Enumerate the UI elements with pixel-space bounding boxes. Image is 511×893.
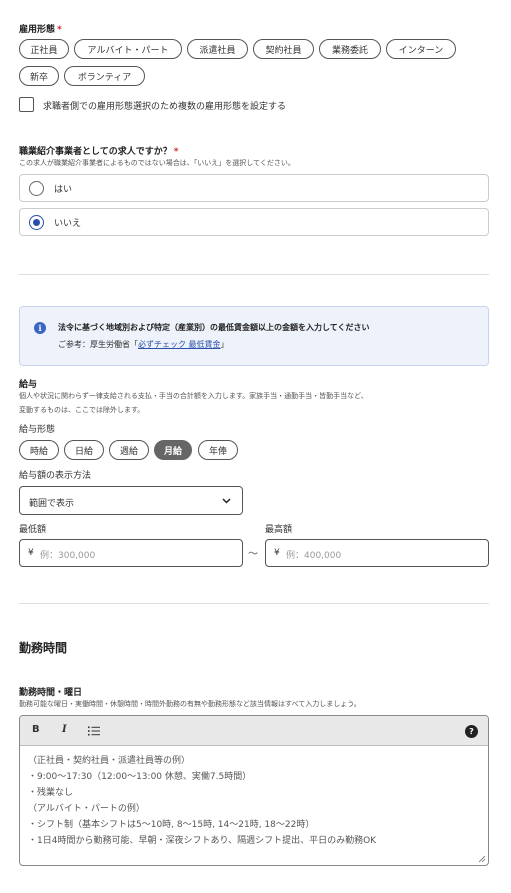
agency-option-no[interactable]: いいえ: [19, 208, 489, 236]
hours-help: 勤務可能な曜日・実働時間・休憩時間・時間外勤務の有無や勤務形態など該当情報はすべ…: [19, 700, 361, 708]
editor-placeholder-line: ・シフト制（基本シフトは5〜10時, 8〜15時, 14〜21時, 18〜22時…: [28, 820, 315, 830]
employment-chip-dispatch[interactable]: 派遣社員: [187, 39, 248, 59]
resize-grip-icon[interactable]: [478, 855, 486, 863]
employment-chip-parttime[interactable]: アルバイト・パート: [74, 39, 182, 59]
agency-label: 職業紹介事業者としての求人ですか？ *: [19, 147, 179, 157]
salary-display-label: 給与額の表示方法: [19, 471, 92, 481]
salary-desc-line2: 変動するものは、ここでは除外します。: [19, 406, 145, 414]
minimum-wage-link[interactable]: 必ずチェック 最低賃金: [138, 340, 221, 349]
agency-help: この求人が職業紹介事業者によるものではない場合は、「いいえ」を選択してください。: [19, 159, 295, 167]
bold-button[interactable]: B: [32, 724, 40, 735]
radio-yes-label: はい: [54, 185, 73, 195]
employment-chip-intern[interactable]: インターン: [386, 39, 456, 59]
multi-employment-label: 求職者側での雇用形態選択のため複数の雇用形態を設定する: [43, 102, 287, 112]
employment-chip-contract[interactable]: 契約社員: [253, 39, 314, 59]
section-divider: [19, 274, 489, 275]
salary-type-monthly[interactable]: 月給: [154, 440, 192, 460]
section-divider: [19, 603, 489, 604]
salary-type-hourly[interactable]: 時給: [19, 440, 59, 460]
range-separator: 〜: [248, 549, 258, 560]
employment-chip-outsourcing[interactable]: 業務委託: [319, 39, 381, 59]
max-salary-input[interactable]: ¥ 例：400,000: [265, 539, 489, 567]
chevron-down-icon: [222, 498, 231, 504]
employment-chip-newgrad[interactable]: 新卒: [19, 66, 59, 86]
radio-yes[interactable]: [29, 181, 44, 196]
editor-toolbar: B I ?: [20, 716, 488, 746]
editor-placeholder-line: ・9:00〜17:30（12:00〜13:00 休憩、実働7.5時間）: [28, 772, 252, 782]
agency-option-yes[interactable]: はい: [19, 174, 489, 202]
salary-desc-line1: 個人や状況に関わらず一律支給される支払・手当の合計額を入力します。家族手当・通勤…: [19, 392, 368, 400]
max-salary-label: 最高額: [265, 525, 293, 535]
hours-field-label: 勤務時間・曜日: [19, 688, 83, 698]
editor-placeholder-line: ・1日4時間から勤務可能、早朝・深夜シフトあり、隔週シフト提出、平日のみ勤務OK: [28, 836, 377, 846]
salary-display-value: 範囲で表示: [29, 499, 75, 509]
notice-title: 法令に基づく地域別および特定（産業別）の最低賃金額以上の金額を入力してください: [58, 323, 370, 332]
notice-reference: ご参考：厚生労働省「必ずチェック 最低賃金」: [58, 340, 229, 349]
salary-type-label: 給与形態: [19, 425, 56, 435]
info-icon: i: [34, 322, 46, 334]
editor-placeholder-line: （正社員・契約社員・派遣社員等の例）: [28, 756, 191, 766]
salary-type-weekly[interactable]: 週給: [109, 440, 149, 460]
min-salary-label: 最低額: [19, 525, 47, 535]
help-icon[interactable]: ?: [465, 725, 478, 738]
minimum-wage-notice: i 法令に基づく地域別および特定（産業別）の最低賃金額以上の金額を入力してくださ…: [19, 306, 489, 366]
hours-section-title: 勤務時間: [19, 641, 68, 655]
salary-type-daily[interactable]: 日給: [64, 440, 104, 460]
yen-sign: ¥: [28, 548, 34, 558]
radio-no-label: いいえ: [54, 219, 82, 229]
hours-editor[interactable]: B I ? （正社員・契約社員・派遣社員等の例） ・9:00〜17:30（12:…: [19, 715, 489, 866]
bullet-list-icon[interactable]: [88, 726, 100, 736]
employment-chip-fulltime[interactable]: 正社員: [19, 39, 69, 59]
employment-label: 雇用形態 *: [19, 25, 62, 35]
min-salary-input[interactable]: ¥ 例：300,000: [19, 539, 243, 567]
salary-title: 給与: [19, 380, 38, 390]
italic-button[interactable]: I: [62, 724, 67, 735]
editor-placeholder-line: ・残業なし: [28, 788, 74, 798]
radio-no[interactable]: [29, 215, 44, 230]
salary-display-select[interactable]: 範囲で表示: [19, 486, 243, 515]
employment-chip-volunteer[interactable]: ボランティア: [64, 66, 145, 86]
yen-sign: ¥: [274, 548, 280, 558]
editor-placeholder-line: （アルバイト・パートの例）: [28, 804, 145, 814]
max-salary-placeholder: 例：400,000: [286, 551, 342, 561]
salary-type-yearly[interactable]: 年俸: [198, 440, 238, 460]
multi-employment-checkbox[interactable]: [19, 97, 34, 112]
min-salary-placeholder: 例：300,000: [40, 551, 96, 561]
